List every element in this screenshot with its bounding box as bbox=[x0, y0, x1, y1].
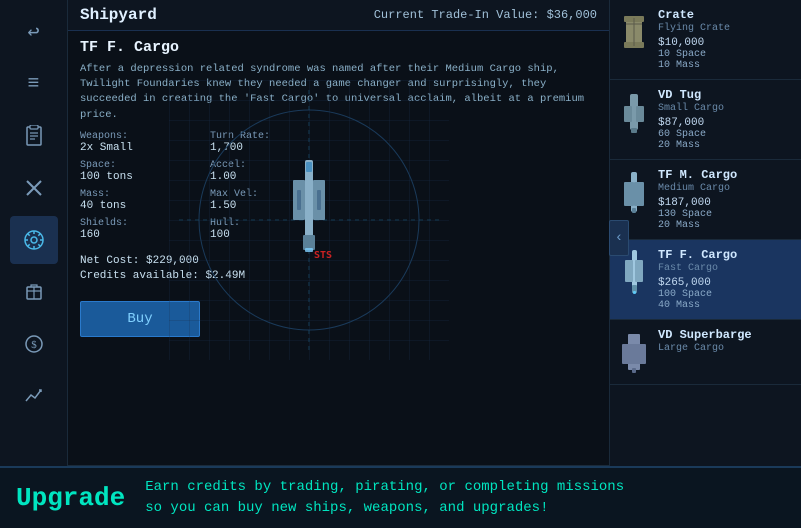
ship-entry-stat1: 100 Space bbox=[658, 289, 793, 300]
upgrade-text: Earn credits by trading, pirating, or co… bbox=[145, 477, 624, 519]
ship-entry-price: $187,000 bbox=[658, 197, 793, 209]
ship-entry-name: Crate bbox=[658, 8, 793, 22]
sidebar-item-menu[interactable]: ≡ bbox=[10, 60, 58, 108]
ship-entry-stat1: 130 Space bbox=[658, 209, 793, 220]
ship-list-item[interactable]: TF M. Cargo Medium Cargo $187,000 130 Sp… bbox=[610, 160, 801, 240]
ship-sprite-icon bbox=[618, 88, 650, 136]
ship-entry-type: Small Cargo bbox=[658, 103, 793, 114]
ship-name: TF F. Cargo bbox=[68, 31, 609, 60]
ship-entry-name: TF M. Cargo bbox=[658, 168, 793, 182]
sidebar-item-clipboard[interactable] bbox=[10, 112, 58, 160]
page-title: Shipyard bbox=[80, 6, 157, 24]
upgrade-bar: Upgrade Earn credits by trading, piratin… bbox=[0, 466, 801, 528]
ship-sprite-icon bbox=[618, 328, 650, 376]
ship-entry-name: VD Superbarge bbox=[658, 328, 793, 342]
ship-list-panel: Crate Flying Crate $10,000 10 Space 10 M… bbox=[609, 0, 801, 466]
ship-list-item[interactable]: TF F. Cargo Fast Cargo $265,000 100 Spac… bbox=[610, 240, 801, 320]
ship-sprite-icon bbox=[618, 168, 650, 216]
svg-text:STS: STS bbox=[314, 250, 332, 261]
ship-entry-name: VD Tug bbox=[658, 88, 793, 102]
ship-list-item[interactable]: VD Tug Small Cargo $87,000 60 Space 20 M… bbox=[610, 80, 801, 160]
sidebar-item-chart[interactable] bbox=[10, 372, 58, 420]
right-panel-toggle[interactable]: ‹ bbox=[609, 220, 629, 256]
ship-entry-stat2: 20 Mass bbox=[658, 140, 793, 151]
ship-list-item[interactable]: VD Superbarge Large Cargo bbox=[610, 320, 801, 385]
sidebar-item-cargo[interactable] bbox=[10, 268, 58, 316]
ship-entry-type: Flying Crate bbox=[658, 23, 793, 34]
sidebar-item-back[interactable]: ↩ bbox=[10, 8, 58, 56]
sidebar: ↩ ≡ bbox=[0, 0, 68, 528]
ship-entry-type: Medium Cargo bbox=[658, 183, 793, 194]
ship-entry-type: Fast Cargo bbox=[658, 263, 793, 274]
ship-entry-stat2: 40 Mass bbox=[658, 300, 793, 311]
ship-entry-price: $10,000 bbox=[658, 37, 793, 49]
ship-list-item[interactable]: Crate Flying Crate $10,000 10 Space 10 M… bbox=[610, 0, 801, 80]
ship-visual: STS bbox=[169, 80, 449, 360]
ship-entry-price: $87,000 bbox=[658, 117, 793, 129]
ship-entry-stat1: 10 Space bbox=[658, 49, 793, 60]
sidebar-item-credits[interactable]: $ bbox=[10, 320, 58, 368]
ship-entry-name: TF F. Cargo bbox=[658, 248, 793, 262]
ship-entry-stat2: 10 Mass bbox=[658, 60, 793, 71]
ship-entry-type: Large Cargo bbox=[658, 343, 793, 354]
svg-text:$: $ bbox=[31, 339, 37, 351]
trade-in-value: Current Trade-In Value: $36,000 bbox=[374, 8, 597, 22]
header: Shipyard Current Trade-In Value: $36,000 bbox=[68, 0, 609, 31]
sidebar-item-helm[interactable] bbox=[10, 216, 58, 264]
ship-entry-stat1: 60 Space bbox=[658, 129, 793, 140]
ship-sprite-icon bbox=[618, 8, 650, 56]
ship-entry-price: $265,000 bbox=[658, 277, 793, 289]
sidebar-item-tools[interactable] bbox=[10, 164, 58, 212]
ship-entry-stat2: 20 Mass bbox=[658, 220, 793, 231]
grid-svg: STS bbox=[169, 80, 449, 360]
main-panel: Shipyard Current Trade-In Value: $36,000… bbox=[68, 0, 609, 466]
upgrade-label: Upgrade bbox=[16, 483, 125, 513]
